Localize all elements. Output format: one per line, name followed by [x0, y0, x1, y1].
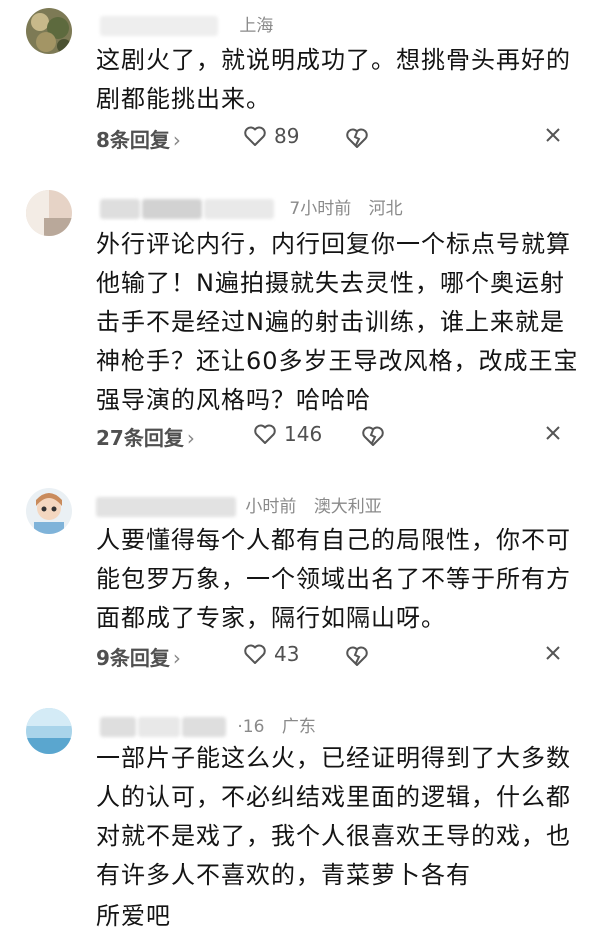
comment-text: 这剧火了，就说明成功了。想挑骨头再好的剧都能挑出来。	[96, 46, 571, 113]
comment-meta: 7小时前 河北	[100, 194, 403, 219]
avatar[interactable]	[26, 8, 72, 54]
like-button[interactable]: 43	[242, 642, 299, 666]
comment-location: 上海	[239, 16, 274, 36]
username-blurred	[138, 717, 180, 737]
close-button[interactable]	[544, 644, 562, 666]
like-button[interactable]: 89	[242, 124, 299, 148]
username-blurred	[100, 16, 218, 36]
replies-link[interactable]: 8条回复 ›	[96, 124, 181, 153]
replies-count: 9条回复	[96, 646, 170, 670]
dislike-button[interactable]	[344, 644, 370, 672]
like-count: 89	[274, 124, 300, 148]
comment-actions: 9条回复 › 43	[96, 642, 580, 676]
comment-time: 小时前	[245, 497, 297, 517]
like-button[interactable]: 146	[252, 422, 322, 446]
comment-actions: 8条回复 › 89	[96, 124, 580, 158]
comment-location: 河北	[368, 199, 403, 219]
comment-text: 一部片子能这么火，已经证明得到了大多数人的认可，不必纠结戏里面的逻辑，什么都对就…	[96, 744, 571, 889]
chevron-right-icon: ›	[172, 128, 181, 152]
comment-actions: 27条回复 › 146	[96, 422, 580, 456]
comment-location: 广东	[281, 717, 316, 737]
replies-link[interactable]: 9条回复 ›	[96, 642, 181, 671]
close-icon	[546, 128, 560, 142]
broken-heart-icon	[362, 426, 384, 446]
avatar[interactable]	[26, 708, 72, 754]
heart-icon	[244, 644, 266, 664]
replies-count: 8条回复	[96, 128, 170, 152]
replies-link[interactable]: 27条回复 ›	[96, 422, 195, 451]
close-icon	[546, 426, 560, 440]
broken-heart-icon	[346, 128, 368, 148]
close-icon	[546, 646, 560, 660]
comment-time: ·16	[237, 717, 265, 737]
username-blurred	[204, 199, 274, 219]
replies-count: 27条回复	[96, 426, 184, 450]
comment-time: 7小时前	[289, 199, 352, 219]
comment-text-cutoff: 所爱吧	[96, 902, 171, 930]
avatar[interactable]	[26, 190, 72, 236]
avatar-image	[26, 708, 72, 754]
username-blurred	[142, 199, 202, 219]
avatar-image	[26, 8, 72, 54]
dislike-button[interactable]	[344, 126, 370, 154]
comment-location: 澳大利亚	[313, 497, 382, 517]
username-blurred	[96, 497, 236, 517]
chevron-right-icon: ›	[172, 646, 181, 670]
heart-icon	[244, 126, 266, 146]
like-count: 146	[284, 422, 323, 446]
avatar[interactable]	[26, 488, 72, 534]
broken-heart-icon	[346, 646, 368, 666]
close-button[interactable]	[544, 126, 562, 148]
comment-text: 人要懂得每个人都有自己的局限性，你不可能包罗万象，一个领域出名了不等于所有方面都…	[96, 526, 571, 632]
dislike-button[interactable]	[360, 424, 386, 452]
comment-meta: 小时前 澳大利亚	[96, 492, 382, 517]
username-blurred	[100, 717, 136, 737]
avatar-image	[26, 488, 72, 534]
username-blurred	[100, 199, 140, 219]
comment-text: 外行评论内行，内行回复你一个标点号就算他输了！N遍拍摄就失去灵性，哪个奥运射击手…	[96, 230, 579, 414]
close-button[interactable]	[544, 424, 562, 446]
avatar-image	[26, 190, 72, 236]
username-blurred	[182, 717, 226, 737]
comment-meta: 上海	[100, 11, 273, 36]
like-count: 43	[274, 642, 300, 666]
chevron-right-icon: ›	[186, 426, 195, 450]
comment-meta: ·16 广东	[100, 712, 316, 737]
heart-icon	[254, 424, 276, 444]
